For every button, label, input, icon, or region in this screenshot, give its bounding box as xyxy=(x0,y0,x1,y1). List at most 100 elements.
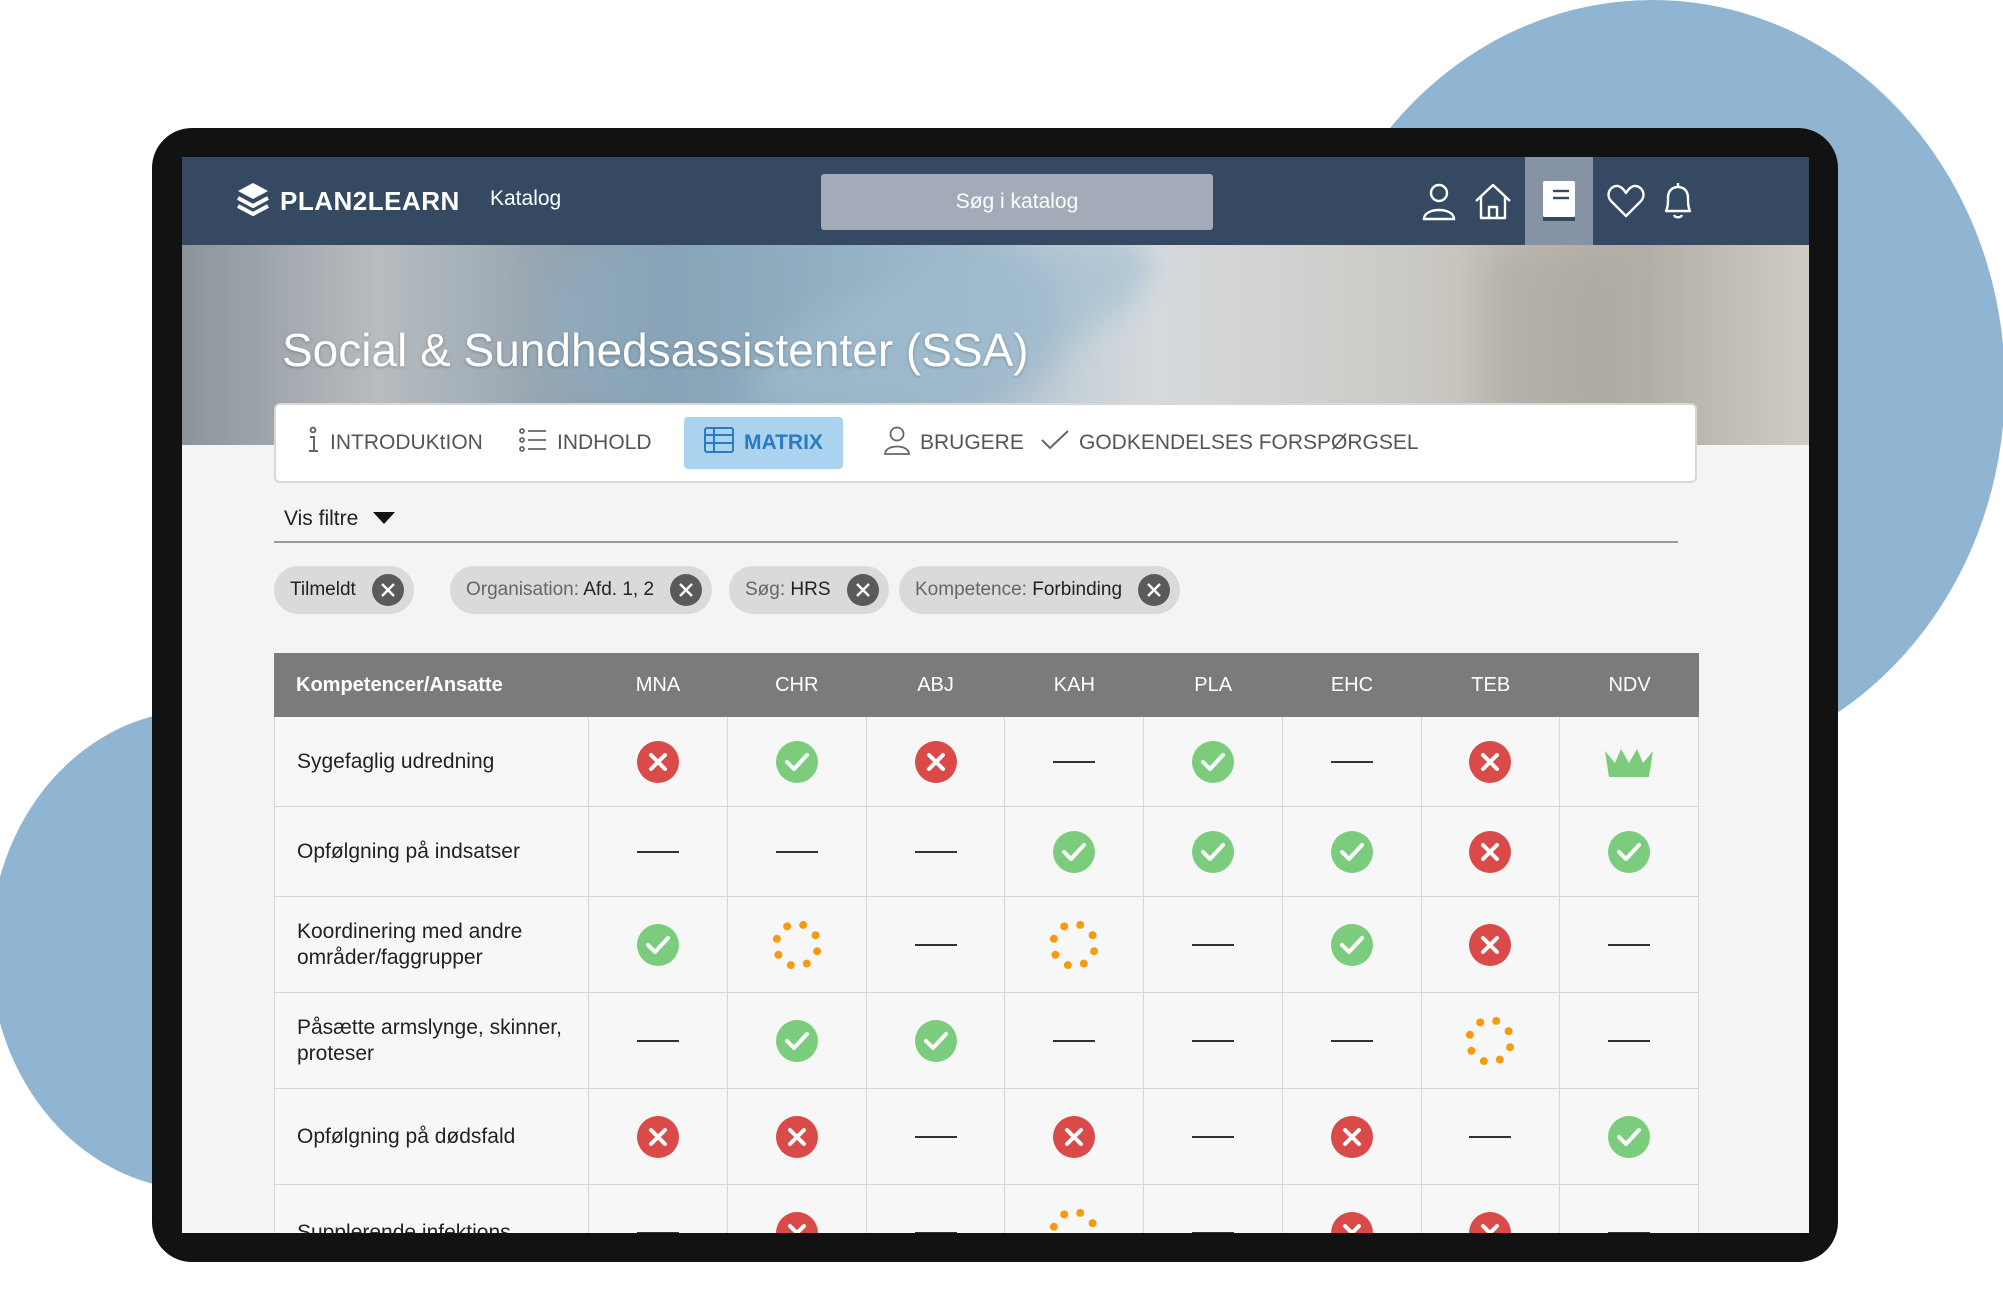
matrix-cell[interactable] xyxy=(1283,1089,1422,1184)
competence-name[interactable]: Opfølgning på dødsfald xyxy=(275,1089,590,1184)
completed-check-icon xyxy=(1330,830,1374,874)
matrix-cell[interactable] xyxy=(867,1185,1006,1233)
in-progress-icon xyxy=(771,919,823,971)
matrix-cell[interactable] xyxy=(1422,807,1561,896)
info-icon xyxy=(306,426,320,460)
app-logo[interactable]: PLAN2LEARN xyxy=(236,181,460,221)
matrix-cell[interactable] xyxy=(1283,897,1422,992)
employee-column-header[interactable]: TEB xyxy=(1421,653,1560,717)
course-tabs: INTRODUKtION INDHOLD MATRIX BRUGERE GODK… xyxy=(274,403,1697,483)
not-assigned-dash-icon xyxy=(1192,1231,1235,1233)
not-assigned-dash-icon xyxy=(775,850,818,853)
matrix-cell[interactable] xyxy=(728,1089,867,1184)
competence-name[interactable]: Koordinering med andre områder/faggruppe… xyxy=(275,897,590,992)
matrix-cell[interactable] xyxy=(589,1185,729,1233)
matrix-cell[interactable] xyxy=(1005,993,1145,1088)
matrix-cell[interactable] xyxy=(728,897,867,992)
nav-katalog-link[interactable]: Katalog xyxy=(490,187,561,211)
matrix-cell[interactable] xyxy=(728,1185,867,1233)
employee-column-header[interactable]: CHR xyxy=(727,653,866,717)
employee-column-header[interactable]: NDV xyxy=(1560,653,1699,717)
remove-filter-close-icon[interactable] xyxy=(670,574,703,606)
not-assigned-dash-icon xyxy=(1330,1039,1373,1042)
matrix-cell[interactable] xyxy=(1005,897,1145,992)
table-row: Påsætte armslynge, skinner, proteser xyxy=(274,993,1699,1089)
tab-introduktion[interactable]: INTRODUKtION xyxy=(306,417,483,469)
tab-brugere[interactable]: BRUGERE xyxy=(884,417,1024,469)
matrix-cell[interactable] xyxy=(1144,1185,1283,1233)
matrix-cell[interactable] xyxy=(1422,1185,1561,1233)
catalog-book-icon[interactable] xyxy=(1537,179,1581,223)
not-assigned-dash-icon xyxy=(1608,943,1651,946)
tab-matrix[interactable]: MATRIX xyxy=(684,417,843,469)
table-row: Opfølgning på dødsfald xyxy=(274,1089,1699,1185)
matrix-cell[interactable] xyxy=(1283,717,1422,806)
bell-icon[interactable] xyxy=(1656,179,1700,223)
matrix-cell[interactable] xyxy=(728,717,867,806)
matrix-cell[interactable] xyxy=(867,1089,1006,1184)
matrix-cell[interactable] xyxy=(589,1089,729,1184)
matrix-cell[interactable] xyxy=(589,897,729,992)
matrix-cell[interactable] xyxy=(1422,717,1561,806)
not-assigned-dash-icon xyxy=(914,850,957,853)
matrix-cell[interactable] xyxy=(1560,717,1699,806)
matrix-cell[interactable] xyxy=(1144,1089,1283,1184)
matrix-cell[interactable] xyxy=(867,717,1006,806)
matrix-cell[interactable] xyxy=(1005,717,1145,806)
matrix-cell[interactable] xyxy=(1005,1089,1145,1184)
matrix-cell[interactable] xyxy=(589,993,729,1088)
matrix-cell[interactable] xyxy=(867,993,1006,1088)
table-row: Opfølgning på indsatser xyxy=(274,807,1699,897)
tab-indhold[interactable]: INDHOLD xyxy=(519,417,652,469)
matrix-cell[interactable] xyxy=(1283,807,1422,896)
filter-chip-sog: Søg: HRS xyxy=(729,566,889,614)
matrix-cell[interactable] xyxy=(728,807,867,896)
matrix-cell[interactable] xyxy=(867,897,1006,992)
matrix-cell[interactable] xyxy=(1144,897,1283,992)
matrix-cell[interactable] xyxy=(1283,993,1422,1088)
competence-name[interactable]: Påsætte armslynge, skinner, proteser xyxy=(275,993,590,1088)
filter-chip-kompetence: Kompetence: Forbinding xyxy=(899,566,1181,614)
show-filters-toggle[interactable]: Vis filtre xyxy=(284,507,396,531)
matrix-cell[interactable] xyxy=(1283,1185,1422,1233)
matrix-cell[interactable] xyxy=(1560,993,1699,1088)
remove-filter-close-icon[interactable] xyxy=(1138,574,1171,606)
employee-column-header[interactable]: PLA xyxy=(1144,653,1283,717)
matrix-cell[interactable] xyxy=(1560,897,1699,992)
matrix-cell[interactable] xyxy=(1005,1185,1145,1233)
home-icon[interactable] xyxy=(1471,179,1515,223)
matrix-cell[interactable] xyxy=(728,993,867,1088)
in-progress-icon xyxy=(1464,1015,1516,1067)
not-assigned-dash-icon xyxy=(1053,1039,1096,1042)
heart-icon[interactable] xyxy=(1604,179,1648,223)
search-catalog-input[interactable]: Søg i katalog xyxy=(821,174,1213,230)
matrix-cell[interactable] xyxy=(1560,1185,1699,1233)
matrix-cell[interactable] xyxy=(1422,1089,1561,1184)
matrix-cell[interactable] xyxy=(1005,807,1145,896)
employee-column-header[interactable]: MNA xyxy=(589,653,728,717)
matrix-cell[interactable] xyxy=(1144,807,1283,896)
table-row: Supplerende infektions xyxy=(274,1185,1699,1233)
matrix-cell[interactable] xyxy=(1422,993,1561,1088)
not-assigned-dash-icon xyxy=(1469,1135,1512,1138)
matrix-cell[interactable] xyxy=(1144,993,1283,1088)
matrix-cell[interactable] xyxy=(1422,897,1561,992)
tab-godkendelses-forsporgsel[interactable]: GODKENDELSES FORSPØRGSEL xyxy=(1041,417,1419,469)
matrix-cell[interactable] xyxy=(589,807,729,896)
remove-filter-close-icon[interactable] xyxy=(371,574,404,606)
competence-name[interactable]: Sygefaglig udredning xyxy=(275,717,590,806)
employee-column-header[interactable]: ABJ xyxy=(866,653,1005,717)
user-icon[interactable] xyxy=(1417,179,1461,223)
matrix-cell[interactable] xyxy=(1560,1089,1699,1184)
matrix-cell[interactable] xyxy=(867,807,1006,896)
competence-name[interactable]: Opfølgning på indsatser xyxy=(275,807,590,896)
matrix-cell[interactable] xyxy=(1144,717,1283,806)
filter-chip-organisation: Organisation: Afd. 1, 2 xyxy=(450,566,713,614)
employee-column-header[interactable]: EHC xyxy=(1283,653,1422,717)
not-completed-x-icon xyxy=(775,1115,819,1159)
matrix-cell[interactable] xyxy=(1560,807,1699,896)
competence-name[interactable]: Supplerende infektions xyxy=(275,1185,590,1233)
employee-column-header[interactable]: KAH xyxy=(1005,653,1144,717)
matrix-cell[interactable] xyxy=(589,717,729,806)
remove-filter-close-icon[interactable] xyxy=(846,574,879,606)
